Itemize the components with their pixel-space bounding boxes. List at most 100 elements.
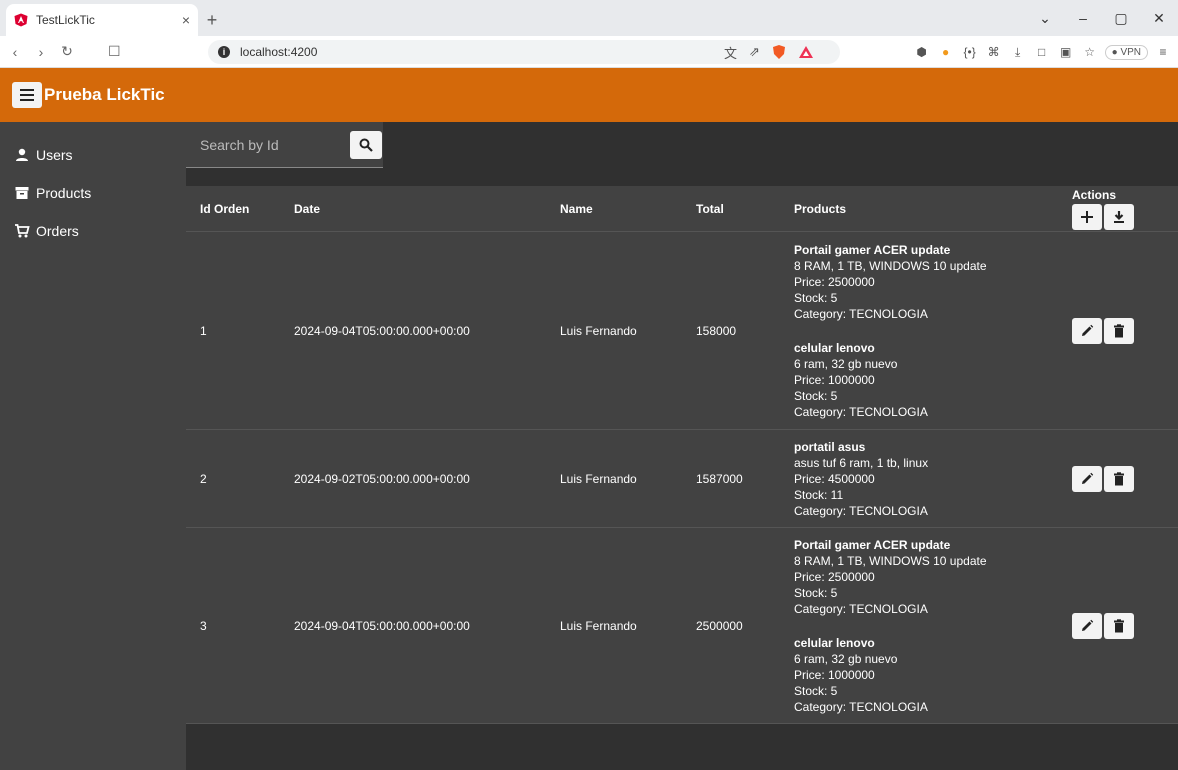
- product-price: Price: 2500000: [794, 569, 875, 584]
- cell-actions: [1072, 612, 1178, 639]
- address-bar: ‹ › ↻ ☐ i localhost:4200 文 ⇗ ⬢ ● {•} ⌘ ⤓…: [0, 36, 1178, 68]
- sidebar-icon[interactable]: □: [1033, 45, 1051, 59]
- brave-rewards-icon[interactable]: [798, 45, 814, 59]
- browser-tab-bar: TestLickTic × + ⌄ – ▢ ✕: [0, 0, 1178, 36]
- puzzle-icon[interactable]: ⌘: [985, 45, 1003, 59]
- edit-button[interactable]: [1072, 465, 1102, 492]
- cell-actions: [1072, 465, 1178, 492]
- product-item: celular lenovo 6 ram, 32 gb nuevo Price: 1…: [794, 633, 1072, 717]
- close-window-icon[interactable]: ✕: [1140, 10, 1178, 27]
- header-name: Name: [560, 201, 593, 216]
- sidebar-item-label: Users: [36, 147, 73, 163]
- table-row: 2 2024-09-02T05:00:00.000+00:00 Luis Ferna…: [186, 430, 1178, 528]
- person-icon: [16, 148, 28, 161]
- add-order-button[interactable]: [1072, 203, 1102, 230]
- url-actions: 文 ⇗: [724, 36, 814, 68]
- sidebar-item-orders[interactable]: Orders: [0, 212, 186, 250]
- product-category: Category: TECNOLOGIA: [794, 601, 928, 616]
- sidebar-item-users[interactable]: Users: [0, 136, 186, 174]
- delete-button[interactable]: [1104, 465, 1134, 492]
- download-icon: [1114, 210, 1124, 223]
- cell-id: 3: [200, 618, 207, 633]
- translate-icon[interactable]: 文: [724, 43, 737, 62]
- edit-button[interactable]: [1072, 612, 1102, 639]
- back-icon[interactable]: ‹: [4, 44, 26, 60]
- header-id: Id Orden: [200, 201, 250, 216]
- cell-id: 2: [200, 471, 207, 486]
- wallet-icon[interactable]: ▣: [1057, 45, 1075, 59]
- window-controls: ⌄ – ▢ ✕: [1026, 0, 1178, 36]
- url-text: localhost:4200: [240, 45, 318, 59]
- maximize-icon[interactable]: ▢: [1102, 10, 1140, 27]
- product-name: celular lenovo: [794, 635, 875, 650]
- pencil-icon: [1082, 324, 1094, 336]
- menu-icon: [20, 89, 34, 91]
- vpn-button[interactable]: ● VPN: [1104, 44, 1148, 60]
- minimize-icon[interactable]: –: [1064, 10, 1102, 26]
- angular-logo-icon: [14, 13, 28, 27]
- cell-total: 158000: [696, 323, 737, 338]
- product-name: Portail gamer ACER update: [794, 242, 951, 257]
- product-stock: Stock: 5: [794, 388, 838, 403]
- bookmark-icon[interactable]: ☐: [108, 43, 121, 60]
- product-category: Category: TECNOLOGIA: [794, 306, 928, 321]
- tab-search-icon[interactable]: ⌄: [1026, 10, 1064, 27]
- download-icon[interactable]: ⤓: [1009, 45, 1027, 60]
- site-info-icon[interactable]: i: [218, 46, 230, 58]
- brave-shield-icon[interactable]: [772, 44, 786, 60]
- app-header: Prueba LickTic: [0, 68, 1178, 122]
- trash-icon: [1114, 618, 1124, 632]
- extension-icon[interactable]: ⬢: [913, 45, 931, 59]
- menu-icon: [20, 94, 34, 96]
- edit-button[interactable]: [1072, 317, 1102, 344]
- product-desc: 8 RAM, 1 TB, WINDOWS 10 update: [794, 258, 987, 273]
- pencil-icon: [1082, 619, 1094, 631]
- cell-products: Portail gamer ACER update 8 RAM, 1 TB, WI…: [794, 535, 1072, 717]
- forward-icon[interactable]: ›: [30, 44, 52, 60]
- product-stock: Stock: 11: [794, 487, 844, 502]
- trash-icon: [1114, 471, 1124, 485]
- product-stock: Stock: 5: [794, 290, 838, 305]
- browser-menu-icon[interactable]: ≡: [1154, 45, 1172, 59]
- tab-close-icon[interactable]: ×: [182, 12, 190, 28]
- product-category: Category: TECNOLOGIA: [794, 503, 928, 518]
- cart-icon: [15, 224, 30, 238]
- browser-tab[interactable]: TestLickTic ×: [6, 4, 198, 36]
- reload-icon[interactable]: ↻: [56, 43, 78, 60]
- product-price: Price: 4500000: [794, 471, 875, 486]
- product-stock: Stock: 5: [794, 585, 838, 600]
- favorites-icon[interactable]: ☆: [1081, 45, 1099, 59]
- new-tab-button[interactable]: +: [198, 4, 226, 36]
- share-icon[interactable]: ⇗: [749, 44, 760, 60]
- search-input[interactable]: [186, 129, 336, 160]
- actions-label: Actions: [1072, 187, 1117, 202]
- product-separator: [794, 619, 1072, 633]
- product-price: Price: 1000000: [794, 372, 875, 387]
- search-button[interactable]: [350, 130, 382, 159]
- sidebar: Users Products Orders: [0, 122, 186, 770]
- code-icon[interactable]: {•}: [961, 45, 979, 59]
- brave-wallet-icon[interactable]: ●: [937, 45, 955, 59]
- product-desc: asus tuf 6 ram, 1 tb, linux: [794, 455, 929, 470]
- product-price: Price: 1000000: [794, 667, 875, 682]
- product-desc: 8 RAM, 1 TB, WINDOWS 10 update: [794, 553, 987, 568]
- product-name: celular lenovo: [794, 340, 875, 355]
- header-products: Products: [794, 201, 847, 216]
- sidebar-item-products[interactable]: Products: [0, 174, 186, 212]
- header-action-group: [1072, 203, 1134, 230]
- cell-total: 2500000: [696, 618, 743, 633]
- menu-icon: [20, 99, 34, 101]
- trash-icon: [1114, 323, 1124, 337]
- delete-button[interactable]: [1104, 612, 1134, 639]
- menu-button[interactable]: [12, 82, 42, 108]
- pencil-icon: [1082, 472, 1094, 484]
- orders-table: Id Orden Date Name Total Products Action…: [186, 186, 1178, 724]
- cell-date: 2024-09-02T05:00:00.000+00:00: [294, 471, 470, 486]
- header-total: Total: [696, 201, 724, 216]
- product-item: Portail gamer ACER update 8 RAM, 1 TB, WI…: [794, 240, 1072, 324]
- download-button[interactable]: [1104, 203, 1134, 230]
- table-header: Id Orden Date Name Total Products Action…: [186, 186, 1178, 232]
- delete-button[interactable]: [1104, 317, 1134, 344]
- table-row: 1 2024-09-04T05:00:00.000+00:00 Luis Ferna…: [186, 232, 1178, 430]
- header-actions: Actions: [1072, 188, 1178, 230]
